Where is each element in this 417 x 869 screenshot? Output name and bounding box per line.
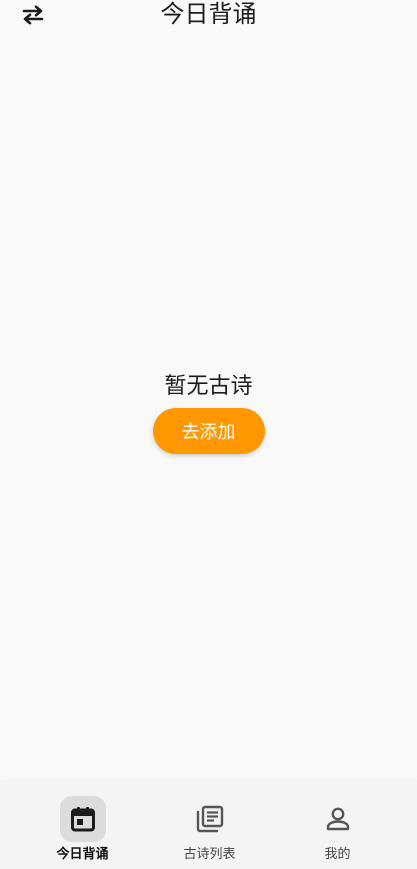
nav-label-today-recite: 今日背诵: [56, 847, 109, 862]
top-bar: 今日背诵: [0, 0, 417, 34]
person-icon: [326, 807, 349, 831]
nav-icon-container: [315, 796, 361, 842]
nav-icon-container: [59, 796, 106, 842]
empty-state: 暂无古诗 去添加: [0, 371, 417, 454]
nav-item-poem-list[interactable]: 古诗列表: [140, 781, 279, 869]
nav-icon-container: [187, 796, 233, 842]
nav-item-mine[interactable]: 我的: [268, 781, 407, 869]
nav-label-mine: 我的: [324, 847, 351, 862]
empty-message: 暂无古诗: [164, 374, 253, 399]
nav-item-today-recite[interactable]: 今日背诵: [13, 781, 152, 869]
nav-label-poem-list: 古诗列表: [183, 847, 236, 862]
add-poem-button[interactable]: 去添加: [152, 408, 265, 454]
calendar-icon: [70, 807, 95, 832]
page-title: 今日背诵: [160, 0, 257, 28]
list-icon: [196, 805, 223, 833]
bottom-navigation: 今日背诵 古诗列表 我的: [0, 781, 417, 869]
